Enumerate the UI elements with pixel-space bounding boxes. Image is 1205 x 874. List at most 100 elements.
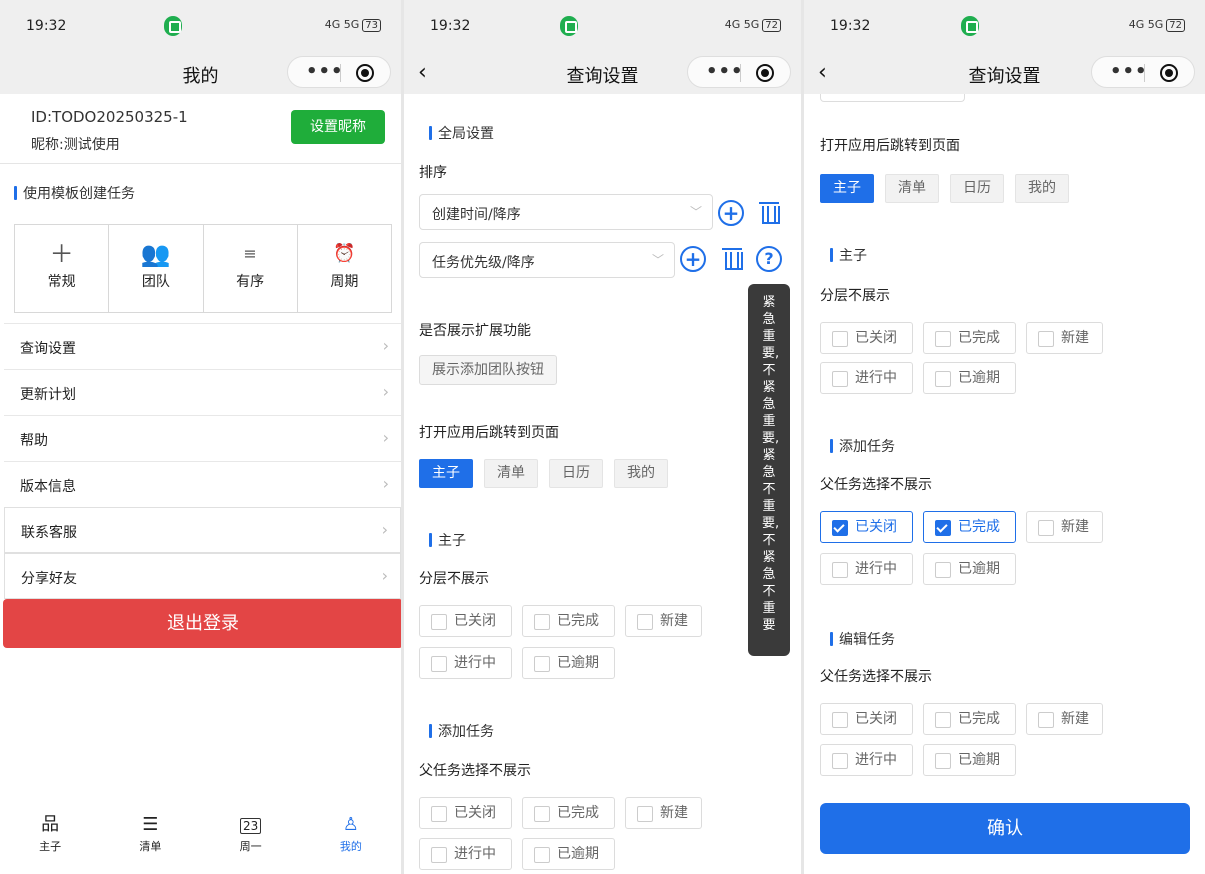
- menu-help[interactable]: 帮助 ›: [4, 415, 401, 461]
- tab-master[interactable]: 品主子: [0, 808, 100, 874]
- checkbox-overdue[interactable]: 已逾期: [923, 744, 1016, 776]
- status-bar: 19:32 4G 5G 73: [0, 0, 401, 54]
- checkbox-completed[interactable]: 已完成: [522, 605, 615, 637]
- battery-icon: 72: [762, 19, 781, 32]
- chevron-down-icon: ﹀: [651, 253, 664, 267]
- menu-query-settings[interactable]: 查询设置 ›: [4, 323, 401, 369]
- menu-label: 分享好友: [21, 571, 77, 587]
- trash-icon[interactable]: [756, 198, 782, 224]
- app-indicator-icon: [164, 16, 182, 36]
- checklist-icon: ☰: [142, 814, 159, 835]
- checkbox-closed[interactable]: 已关闭: [820, 703, 913, 735]
- show-add-team-button[interactable]: 展示添加团队按钮: [419, 355, 557, 385]
- checkbox-closed[interactable]: 已关闭: [820, 322, 913, 354]
- page-option-calendar[interactable]: 日历: [950, 174, 1004, 203]
- checkbox-overdue[interactable]: 已逾期: [923, 553, 1016, 585]
- hide-layer-label: 分层不展示: [419, 571, 489, 587]
- chevron-down-icon: ﹀: [689, 205, 702, 219]
- alarm-clock-icon: ⏰: [333, 243, 356, 264]
- checkbox-in-progress[interactable]: 进行中: [820, 553, 913, 585]
- plus-icon: ＋: [49, 240, 74, 268]
- more-icon[interactable]: •••: [306, 61, 344, 82]
- sort-label: 排序: [419, 165, 447, 181]
- page-option-mine[interactable]: 我的: [1015, 174, 1069, 203]
- status-time: 19:32: [830, 18, 871, 34]
- checkbox-closed[interactable]: 已关闭: [419, 797, 512, 829]
- checkbox-completed[interactable]: 已完成: [923, 322, 1016, 354]
- chevron-right-icon: ›: [382, 336, 389, 355]
- user-id: ID:TODO20250325-1: [31, 108, 188, 126]
- tab-label: 主子: [39, 840, 62, 853]
- confirm-button[interactable]: 确认: [820, 803, 1190, 854]
- page-option-master[interactable]: 主子: [419, 459, 473, 488]
- page-option-list[interactable]: 清单: [885, 174, 939, 203]
- set-nickname-button[interactable]: 设置昵称: [291, 110, 385, 144]
- page-option-list[interactable]: 清单: [484, 459, 538, 488]
- parent-hide-label: 父任务选择不展示: [820, 477, 932, 493]
- template-ordered[interactable]: ≡ 有序: [204, 225, 298, 312]
- trash-icon[interactable]: [719, 244, 745, 270]
- more-icon[interactable]: •••: [706, 61, 744, 82]
- help-icon[interactable]: ?: [756, 246, 782, 272]
- chevron-right-icon: ›: [382, 474, 389, 493]
- tab-label: 清单: [139, 840, 162, 853]
- add-task-heading: 添加任务: [830, 436, 895, 456]
- page-option-calendar[interactable]: 日历: [549, 459, 603, 488]
- page-option-master[interactable]: 主子: [820, 174, 874, 203]
- nav-bar: ‹ 查询设置 •••: [404, 54, 801, 94]
- menu-update-plan[interactable]: 更新计划 ›: [4, 369, 401, 415]
- checkbox-new[interactable]: 新建: [1026, 511, 1103, 543]
- tab-bar: 品主子 ☰ 清单 23 周一 ♙ 我的: [0, 808, 401, 874]
- status-bar: 19:32 4G 5G 72: [404, 0, 801, 54]
- chevron-right-icon: ›: [382, 382, 389, 401]
- checkbox-closed-checked[interactable]: 已关闭: [820, 511, 913, 543]
- checkbox-new[interactable]: 新建: [625, 605, 702, 637]
- sort-select-1[interactable]: 创建时间/降序 ﹀: [419, 194, 713, 230]
- checkbox-in-progress[interactable]: 进行中: [820, 362, 913, 394]
- checkbox-overdue[interactable]: 已逾期: [522, 647, 615, 679]
- more-icon[interactable]: •••: [1110, 61, 1148, 82]
- checkbox-in-progress[interactable]: 进行中: [419, 647, 512, 679]
- tab-mine[interactable]: ♙ 我的: [301, 808, 401, 874]
- logout-button[interactable]: 退出登录: [3, 599, 401, 648]
- checkbox-closed[interactable]: 已关闭: [419, 605, 512, 637]
- nav-bar: 我的 •••: [0, 54, 401, 94]
- menu-customer-service[interactable]: 联系客服 ›: [4, 507, 401, 553]
- menu-share[interactable]: 分享好友 ›: [4, 553, 401, 599]
- master-heading: 主子: [429, 530, 466, 550]
- checkbox-in-progress[interactable]: 进行中: [419, 838, 512, 870]
- mini-program-capsule: •••: [687, 56, 791, 88]
- checkbox-completed[interactable]: 已完成: [923, 703, 1016, 735]
- close-target-icon[interactable]: [1160, 64, 1178, 82]
- template-periodic[interactable]: ⏰ 周期: [298, 225, 391, 312]
- add-sort-icon[interactable]: +: [718, 200, 744, 226]
- checkbox-new[interactable]: 新建: [1026, 703, 1103, 735]
- checkbox-overdue[interactable]: 已逾期: [522, 838, 615, 870]
- page-option-mine[interactable]: 我的: [614, 459, 668, 488]
- add-sort-icon[interactable]: +: [680, 246, 706, 272]
- checkbox-completed-checked[interactable]: 已完成: [923, 511, 1016, 543]
- signal-icon: 4G 5G: [724, 18, 760, 31]
- checkbox-new[interactable]: 新建: [625, 797, 702, 829]
- close-target-icon[interactable]: [756, 64, 774, 82]
- close-target-icon[interactable]: [356, 64, 374, 82]
- tab-list[interactable]: ☰ 清单: [100, 808, 200, 874]
- checkbox-completed[interactable]: 已完成: [522, 797, 615, 829]
- status-time: 19:32: [430, 18, 471, 34]
- template-team[interactable]: 👥 团队: [109, 225, 204, 312]
- nav-bar: ‹ 查询设置 •••: [804, 54, 1205, 94]
- capsule-divider: [340, 64, 341, 82]
- sort-select-2[interactable]: 任务优先级/降序 ﹀: [419, 242, 675, 278]
- checkbox-overdue[interactable]: 已逾期: [923, 362, 1016, 394]
- chevron-right-icon: ›: [382, 428, 389, 447]
- checkbox-new[interactable]: 新建: [1026, 322, 1103, 354]
- signal-battery: 4G 5G 72: [725, 18, 781, 32]
- global-settings-heading: 全局设置: [429, 123, 494, 143]
- chevron-right-icon: ›: [381, 566, 388, 585]
- template-label: 有序: [236, 274, 265, 290]
- tab-calendar[interactable]: 23 周一: [201, 808, 301, 874]
- menu-version[interactable]: 版本信息 ›: [4, 461, 401, 507]
- status-bar: 19:32 4G 5G 72: [804, 0, 1205, 54]
- template-regular[interactable]: ＋ 常规: [15, 225, 110, 312]
- checkbox-in-progress[interactable]: 进行中: [820, 744, 913, 776]
